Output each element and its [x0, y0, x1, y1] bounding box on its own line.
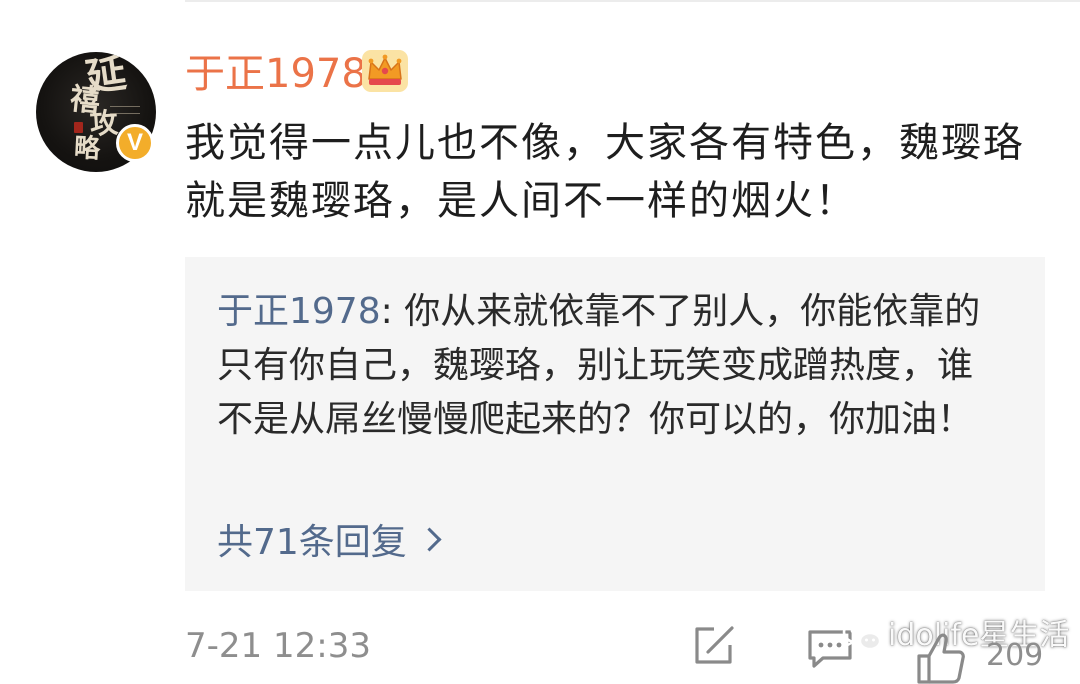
quoted-reply: 于正1978: 你从来就依靠不了别人，你能依靠的只有你自己，魏璎珞，别让玩笑变成… [217, 285, 1007, 447]
author-name[interactable]: 于正1978 [185, 50, 367, 98]
quoted-reply-separator: : [380, 291, 405, 332]
verified-v-icon: V [116, 124, 154, 162]
quoted-reply-box[interactable]: 于正1978: 你从来就依靠不了别人，你能依靠的只有你自己，魏璎珞，别让玩笑变成… [185, 257, 1045, 591]
avatar-subtitle-mark [110, 106, 140, 114]
avatar-lettering: 略 [73, 133, 101, 165]
like-icon[interactable] [914, 630, 966, 684]
like-count: 209 [986, 638, 1044, 673]
wechat-logo-icon [842, 620, 882, 651]
crown-icon [362, 50, 408, 92]
avatar-seal-mark [74, 122, 83, 133]
replies-count-label: 共71条回复 [217, 522, 407, 563]
chevron-right-icon [417, 527, 442, 552]
timestamp: 7-21 12:33 [185, 626, 371, 666]
quoted-reply-author[interactable]: 于正1978 [217, 291, 381, 332]
weibo-comment-card: 延 禧 攻 略 V 于正1978 我觉得一点儿也不像，大家各有特色，魏璎珞就是魏… [0, 0, 1080, 684]
comment-content: 我觉得一点儿也不像，大家各有特色，魏璎珞就是魏璎珞，是人间不一样的烟火！ [185, 120, 1025, 224]
divider [185, 0, 1080, 2]
view-replies-link[interactable]: 共71条回复 [217, 519, 442, 567]
repost-icon[interactable] [692, 625, 736, 667]
